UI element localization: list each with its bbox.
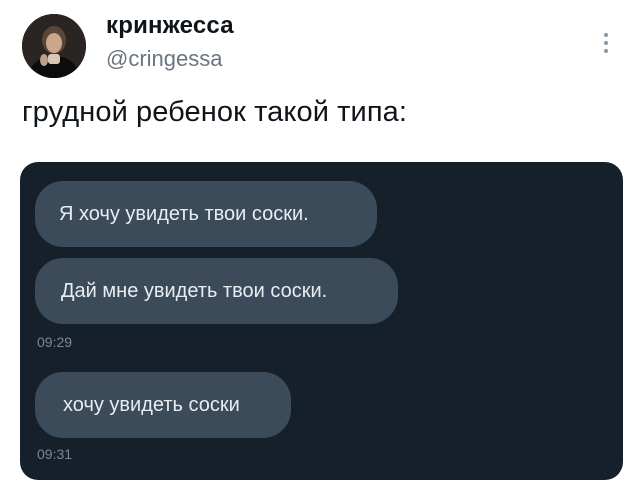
display-name[interactable]: кринжесса <box>106 12 234 40</box>
profile-photo <box>22 14 86 78</box>
message-timestamp: 09:29 <box>37 334 73 350</box>
message-text: Дай мне увидеть твои соски. <box>61 279 328 302</box>
message-bubble: Я хочу увидеть твои соски. <box>35 181 377 247</box>
avatar[interactable] <box>22 14 86 78</box>
message-bubble: хочу увидеть соски <box>35 372 291 438</box>
user-handle[interactable]: @cringessa <box>106 46 223 72</box>
more-vertical-icon <box>604 33 608 37</box>
tweet-text: грудной ребенок такой типа: <box>22 96 408 128</box>
more-options-button[interactable] <box>598 28 614 58</box>
message-text: Я хочу увидеть твои соски. <box>59 202 309 225</box>
message-text: хочу увидеть соски <box>63 393 240 416</box>
tweet-image[interactable]: Я хочу увидеть твои соски. Дай мне увиде… <box>20 162 623 480</box>
message-timestamp: 09:31 <box>37 446 73 462</box>
message-bubble: Дай мне увидеть твои соски. <box>35 258 398 324</box>
